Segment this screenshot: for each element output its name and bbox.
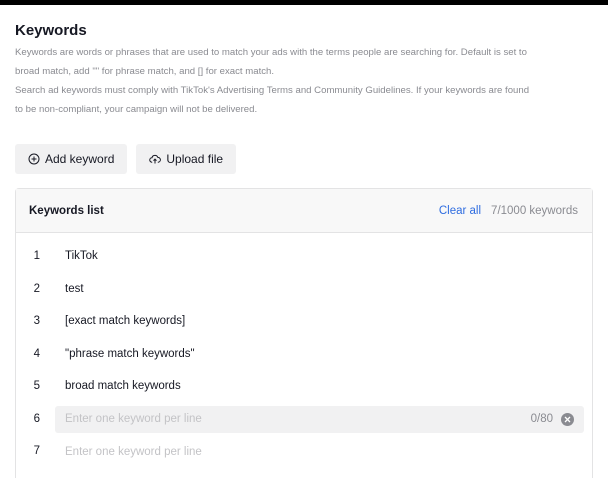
plus-circle-icon: [28, 153, 40, 165]
row-number: 5: [33, 380, 40, 393]
description-line: to be non-compliant, your campaign will …: [15, 104, 258, 115]
description-line: broad match, add "" for phrase match, an…: [15, 66, 275, 77]
upload-file-button[interactable]: Upload file: [136, 144, 237, 174]
description-line: Keywords are words or phrases that are u…: [15, 47, 527, 58]
keywords-section: Keywords Keywords are words or phrases t…: [15, 22, 595, 119]
keyword-input-placeholder: Enter one keyword per line: [65, 413, 202, 425]
keyword-rows: 1 TikTok 2 test 3 [exact match keywords]…: [16, 233, 592, 468]
keywords-list-panel: Keywords list Clear all 7/1000 keywords …: [15, 188, 593, 478]
upload-file-label: Upload file: [166, 152, 224, 166]
keywords-list-title: Keywords list: [29, 204, 104, 217]
keyword-text: [exact match keywords]: [65, 315, 186, 328]
row-number: 7: [33, 445, 40, 458]
keyword-row[interactable]: 3 [exact match keywords]: [16, 305, 592, 338]
add-keyword-label: Add keyword: [45, 152, 115, 166]
keyword-row[interactable]: 2 test: [16, 273, 592, 306]
top-bar: [0, 0, 608, 5]
clear-input-icon[interactable]: [561, 412, 574, 426]
keywords-list-header: Keywords list Clear all 7/1000 keywords: [16, 189, 592, 233]
row-number: 6: [33, 412, 40, 425]
keyword-input[interactable]: Enter one keyword per line: [55, 438, 584, 465]
keyword-input-placeholder: Enter one keyword per line: [65, 445, 202, 458]
row-number: 2: [33, 282, 40, 295]
keyword-actions: Add keyword Upload file: [15, 144, 237, 174]
keyword-text: TikTok: [65, 250, 98, 263]
section-description: Keywords are words or phrases that are u…: [15, 43, 595, 119]
row-number: 1: [33, 250, 40, 263]
keyword-input-row: 7 Enter one keyword per line: [16, 435, 592, 468]
row-number: 4: [33, 347, 40, 360]
clear-all-link[interactable]: Clear all: [439, 205, 481, 217]
keyword-input[interactable]: Enter one keyword per line 0/80: [55, 405, 584, 433]
character-counter: 0/80: [530, 413, 553, 425]
keywords-list-header-right: Clear all 7/1000 keywords: [439, 205, 578, 217]
description-line: Search ad keywords must comply with TikT…: [15, 85, 530, 96]
keyword-text: "phrase match keywords": [65, 347, 195, 360]
row-number: 3: [33, 315, 40, 328]
keyword-row[interactable]: 5 broad match keywords: [16, 370, 592, 403]
upload-cloud-icon: [149, 154, 162, 164]
keyword-text: test: [65, 282, 84, 295]
keyword-row[interactable]: 1 TikTok: [16, 240, 592, 273]
keyword-row[interactable]: 4 "phrase match keywords": [16, 338, 592, 371]
keyword-text: broad match keywords: [65, 380, 181, 393]
keyword-count: 7/1000 keywords: [491, 204, 578, 217]
section-title: Keywords: [15, 22, 87, 39]
add-keyword-button[interactable]: Add keyword: [15, 144, 128, 174]
keyword-input-row: 6 Enter one keyword per line 0/80: [16, 403, 592, 436]
